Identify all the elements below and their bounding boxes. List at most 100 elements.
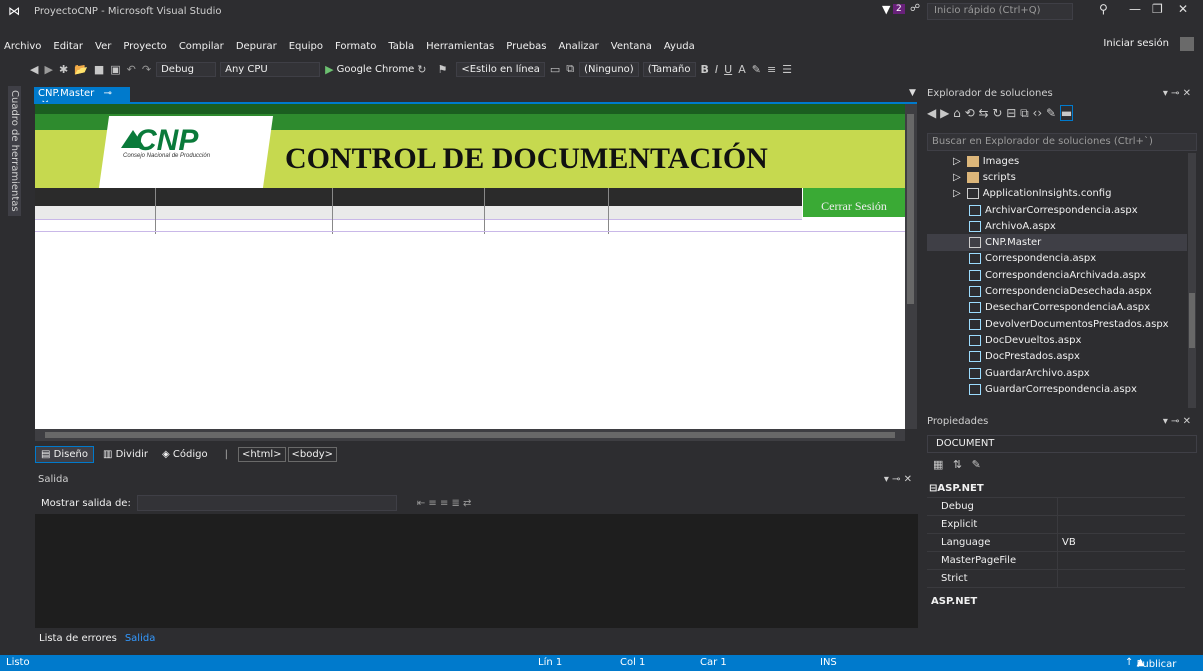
scroll-thumb[interactable] bbox=[907, 114, 914, 304]
categorized-icon[interactable]: ▦ bbox=[933, 458, 943, 471]
redo-icon[interactable]: ↷ bbox=[142, 63, 151, 76]
panel-controls-icon[interactable]: ▾ ⊸ ✕ bbox=[1163, 416, 1191, 427]
design-horizontal-scrollbar[interactable] bbox=[35, 429, 905, 441]
back-icon[interactable]: ◀ bbox=[30, 63, 38, 76]
refresh-icon[interactable]: ↻ bbox=[992, 106, 1002, 120]
align-icon[interactable]: ≡ bbox=[767, 63, 776, 76]
output-text-area[interactable] bbox=[35, 514, 918, 628]
list-icon[interactable]: ☰ bbox=[782, 63, 792, 76]
collapse-icon[interactable]: ⊟ bbox=[1006, 106, 1016, 120]
menu-ver[interactable]: Ver bbox=[95, 41, 111, 52]
toolbox-tab[interactable]: Cuadro de herramientas bbox=[8, 86, 21, 216]
pin-icon[interactable]: ⊸ bbox=[103, 88, 111, 99]
bold-button[interactable]: B bbox=[701, 63, 709, 76]
save-icon[interactable]: ■ bbox=[94, 63, 104, 76]
code-view-button[interactable]: ◈ Código bbox=[157, 447, 213, 462]
filter-icon[interactable]: ▼ bbox=[882, 3, 890, 16]
menu-archivo[interactable]: Archivo bbox=[4, 41, 41, 52]
output-source-dropdown[interactable] bbox=[136, 495, 397, 511]
property-value[interactable] bbox=[1057, 516, 1185, 533]
property-row[interactable]: Language VB bbox=[927, 534, 1185, 552]
design-vertical-scrollbar[interactable] bbox=[905, 104, 917, 429]
publish-button[interactable]: ↑ Publicar ▲ bbox=[1125, 657, 1176, 670]
tree-item[interactable]: ▷ scripts bbox=[927, 169, 1187, 185]
tree-item[interactable]: ArchivoA.aspx bbox=[927, 218, 1187, 234]
tree-item-selected[interactable]: CNP.Master bbox=[927, 234, 1187, 251]
scroll-thumb[interactable] bbox=[45, 432, 895, 438]
highlight-icon[interactable]: ✎ bbox=[752, 63, 761, 76]
solution-explorer-scrollbar[interactable] bbox=[1188, 153, 1196, 408]
tab-cnp-master[interactable]: CNP.Master ⊸ ✕ bbox=[34, 87, 130, 110]
minimize-button[interactable]: — bbox=[1129, 2, 1141, 16]
menu-depurar[interactable]: Depurar bbox=[236, 41, 277, 52]
home-icon[interactable]: ⌂ bbox=[953, 106, 961, 120]
property-pages-icon[interactable]: ✎ bbox=[972, 458, 981, 471]
panel-controls-icon[interactable]: ▾ ⊸ ✕ bbox=[1163, 88, 1191, 99]
split-view-button[interactable]: ▥ Dividir bbox=[98, 447, 153, 462]
menu-ayuda[interactable]: Ayuda bbox=[664, 41, 695, 52]
feedback-icon[interactable]: ☍ bbox=[910, 3, 920, 14]
account-avatar-icon[interactable] bbox=[1180, 37, 1194, 51]
tree-item[interactable]: CorrespondenciaDesechada.aspx bbox=[927, 283, 1187, 299]
italic-button[interactable]: I bbox=[715, 63, 718, 76]
menu-pruebas[interactable]: Pruebas bbox=[506, 41, 546, 52]
panel-controls-icon[interactable]: ▾ ⊸ ✕ bbox=[884, 474, 912, 485]
sync-icon[interactable]: ⇆ bbox=[978, 106, 988, 120]
properties-icon[interactable]: ✎ bbox=[1046, 106, 1056, 120]
property-value[interactable]: VB bbox=[1057, 534, 1185, 551]
menu-analizar[interactable]: Analizar bbox=[558, 41, 598, 52]
config-dropdown[interactable]: Debug bbox=[156, 61, 217, 77]
property-row[interactable]: Explicit bbox=[927, 516, 1185, 534]
search-icon[interactable]: ⚲ bbox=[1099, 2, 1108, 16]
browser-dropdown[interactable]: Google Chrome bbox=[337, 64, 415, 75]
history-icon[interactable]: ⟲ bbox=[965, 106, 975, 120]
solution-explorer-search[interactable]: Buscar en Explorador de soluciones (Ctrl… bbox=[927, 133, 1197, 151]
style-dropdown[interactable]: <Estilo en línea bbox=[456, 61, 545, 77]
property-value[interactable] bbox=[1057, 570, 1185, 587]
tree-item[interactable]: GuardarCorrespondencia.aspx bbox=[927, 381, 1187, 397]
tree-item[interactable]: ▷ ApplicationInsights.config bbox=[927, 186, 1187, 202]
expand-arrow-icon[interactable]: ▷ bbox=[953, 156, 961, 167]
menu-compilar[interactable]: Compilar bbox=[179, 41, 224, 52]
property-value[interactable] bbox=[1057, 552, 1185, 569]
menu-tabla[interactable]: Tabla bbox=[388, 41, 414, 52]
size-dropdown[interactable]: (Tamaño bbox=[642, 61, 696, 77]
properties-object-selector[interactable]: DOCUMENT bbox=[927, 435, 1197, 453]
tree-item[interactable]: ▷ Images bbox=[927, 153, 1187, 169]
notification-badge[interactable]: 2 bbox=[893, 4, 905, 14]
platform-dropdown[interactable]: Any CPU bbox=[220, 61, 321, 77]
font-dropdown[interactable]: (Ninguno) bbox=[579, 61, 639, 77]
logout-button[interactable]: Cerrar Sesión bbox=[802, 188, 905, 217]
property-value[interactable] bbox=[1057, 498, 1185, 515]
view-code-icon[interactable]: ‹› bbox=[1033, 106, 1043, 120]
block-format-icon[interactable]: ▭ bbox=[550, 63, 560, 76]
save-all-icon[interactable]: ▣ bbox=[110, 63, 120, 76]
underline-button[interactable]: U bbox=[724, 63, 732, 76]
design-view-button[interactable]: ▤ Diseño bbox=[35, 445, 94, 463]
property-row[interactable]: Strict bbox=[927, 570, 1185, 588]
refresh-icon[interactable]: ↻ bbox=[417, 63, 426, 76]
show-all-icon[interactable]: ⧉ bbox=[1020, 106, 1029, 120]
close-button[interactable]: ✕ bbox=[1178, 2, 1188, 16]
menu-editar[interactable]: Editar bbox=[53, 41, 83, 52]
property-row[interactable]: Debug bbox=[927, 498, 1185, 516]
restore-button[interactable]: ❐ bbox=[1152, 2, 1163, 16]
menu-proyecto[interactable]: Proyecto bbox=[123, 41, 166, 52]
design-surface[interactable]: CNP Consejo Nacional de Producción CONTR… bbox=[35, 104, 905, 429]
forward-icon[interactable]: ▶ bbox=[940, 106, 949, 120]
run-icon[interactable]: ▶ bbox=[325, 63, 333, 76]
position-icon[interactable]: ⧉ bbox=[566, 62, 574, 76]
tab-output[interactable]: Salida bbox=[121, 631, 160, 649]
tree-item[interactable]: DesecharCorrespondenciaA.aspx bbox=[927, 300, 1187, 316]
tab-error-list[interactable]: Lista de errores bbox=[35, 631, 121, 649]
tree-item[interactable]: ArchivarCorrespondencia.aspx bbox=[927, 202, 1187, 218]
property-row[interactable]: MasterPageFile bbox=[927, 552, 1185, 570]
back-icon[interactable]: ◀ bbox=[927, 106, 936, 120]
expand-arrow-icon[interactable]: ▷ bbox=[953, 172, 961, 183]
breadcrumb-html[interactable]: <html> bbox=[237, 446, 286, 462]
menu-herramientas[interactable]: Herramientas bbox=[426, 41, 494, 52]
tree-item[interactable]: DocDevueltos.aspx bbox=[927, 332, 1187, 348]
menu-equipo[interactable]: Equipo bbox=[289, 41, 323, 52]
menu-formato[interactable]: Formato bbox=[335, 41, 376, 52]
breadcrumb-body[interactable]: <body> bbox=[287, 446, 337, 462]
